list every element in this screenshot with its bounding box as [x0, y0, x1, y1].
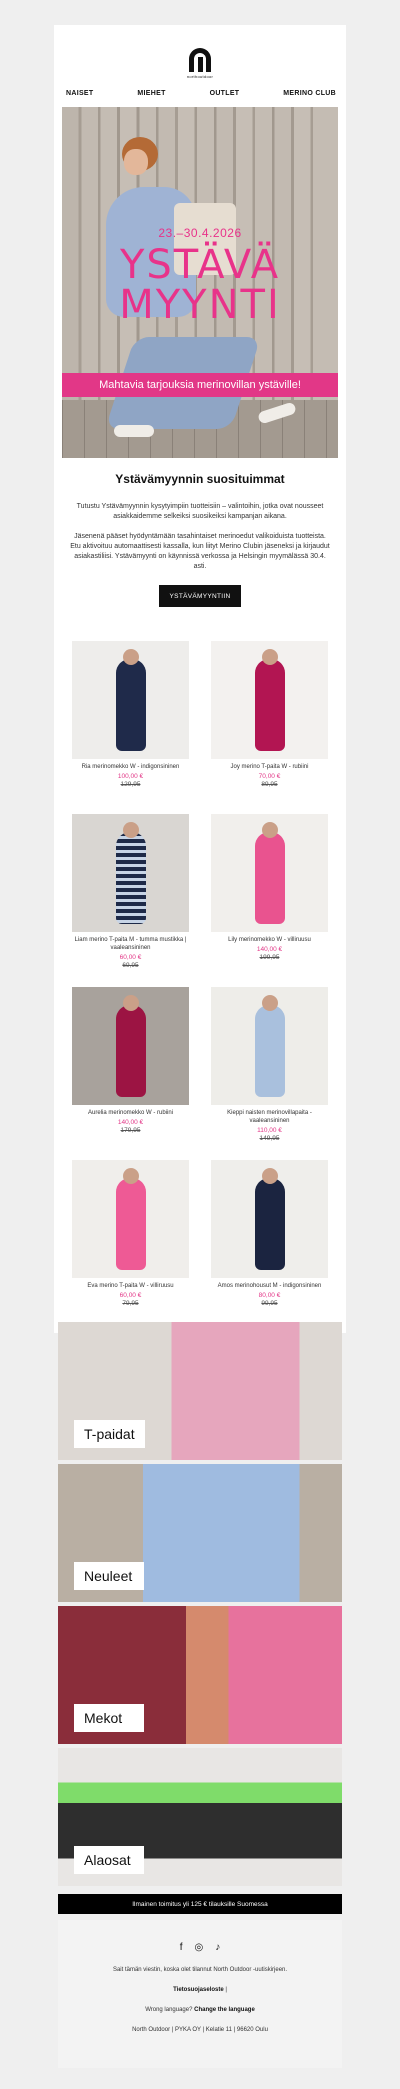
- change-language-link[interactable]: Change the language: [194, 2007, 255, 2013]
- product-old-price: 129,95: [120, 781, 141, 788]
- tiktok-icon[interactable]: ♪: [215, 1942, 220, 1953]
- category-label[interactable]: Neuleet: [74, 1562, 144, 1590]
- hero-shoe: [114, 425, 154, 437]
- privacy-separator: |: [225, 1987, 227, 1993]
- wrong-language-text: Wrong language?: [145, 2007, 193, 2013]
- product-card[interactable]: Amos merinohousut M - indigonsininen 80,…: [211, 1160, 328, 1333]
- nav-outlet[interactable]: OUTLET: [210, 90, 240, 97]
- product-image[interactable]: [72, 641, 189, 759]
- product-price: 70,00 €: [258, 773, 281, 780]
- free-shipping-banner: Ilmainen toimitus yli 125 € tilauksille …: [58, 1894, 342, 1914]
- instagram-icon[interactable]: ◎: [195, 1942, 204, 1953]
- logo-wordmark: northoutdoor: [186, 74, 214, 79]
- product-name[interactable]: Ria merinomekko W - indigonsininen: [72, 763, 189, 771]
- nav-miehet[interactable]: MIEHET: [137, 90, 165, 97]
- product-price: 140,00 €: [256, 946, 283, 953]
- product-name[interactable]: Kieppi naisten merinovillapaita - vaalea…: [211, 1109, 328, 1125]
- privacy-link[interactable]: Tietosuojaseloste: [173, 1987, 224, 1993]
- category-knits[interactable]: Neuleet: [58, 1464, 342, 1602]
- product-old-price: 99,95: [261, 1300, 278, 1307]
- category-dresses[interactable]: Mekot: [58, 1606, 342, 1744]
- product-image[interactable]: [211, 641, 328, 759]
- product-image[interactable]: [211, 987, 328, 1105]
- product-old-price: 69,95: [122, 962, 139, 969]
- product-old-price: 89,95: [261, 781, 278, 788]
- category-bottoms[interactable]: Alaosat: [58, 1748, 342, 1886]
- section-title: Ystävämyynnin suosituimmat: [115, 472, 285, 486]
- product-name[interactable]: Lily merinomekko W - villiruusu: [211, 936, 328, 944]
- product-image[interactable]: [211, 1160, 328, 1278]
- product-name[interactable]: Amos merinohousut M - indigonsininen: [211, 1282, 328, 1290]
- product-card[interactable]: Liam merino T-paita M - tumma mustikka |…: [72, 814, 189, 987]
- category-list: T-paidat Neuleet Mekot Alaosat: [58, 1322, 342, 1890]
- product-price: 80,00 €: [258, 1292, 281, 1299]
- shop-sale-button[interactable]: YSTÄVÄMYYNTIIN: [159, 585, 241, 607]
- product-price: 60,00 €: [119, 1292, 142, 1299]
- category-label[interactable]: Alaosat: [74, 1846, 144, 1874]
- product-name[interactable]: Eva merino T-paita W - villiruusu: [72, 1282, 189, 1290]
- facebook-icon[interactable]: f: [180, 1942, 183, 1953]
- product-card[interactable]: Joy merino T-paita W - rubiini 70,00 € 8…: [211, 641, 328, 814]
- privacy-row: Tietosuojaseloste |: [58, 1987, 342, 1993]
- category-label[interactable]: T-paidat: [74, 1420, 145, 1448]
- product-image[interactable]: [72, 1160, 189, 1278]
- product-image[interactable]: [211, 814, 328, 932]
- product-image[interactable]: [72, 814, 189, 932]
- hero-dates: 23.–30.4.2026: [158, 226, 242, 240]
- product-card[interactable]: Ria merinomekko W - indigonsininen 100,0…: [72, 641, 189, 814]
- hero-title-line1: YSTÄVÄ: [119, 242, 281, 288]
- product-card[interactable]: Kieppi naisten merinovillapaita - vaalea…: [211, 987, 328, 1160]
- email-container: northoutdoor NAISET MIEHET OUTLET MERINO…: [54, 25, 346, 1333]
- hero-tagline: Mahtavia tarjouksia merinovillan ystävil…: [62, 373, 338, 397]
- language-row: Wrong language? Change the language: [58, 2007, 342, 2013]
- product-card[interactable]: Lily merinomekko W - villiruusu 140,00 €…: [211, 814, 328, 987]
- intro-paragraph: Tutustu Ystävämyynnin kysytyimpiin tuott…: [76, 503, 324, 520]
- category-label[interactable]: Mekot: [74, 1704, 144, 1732]
- hero-banner[interactable]: 23.–30.4.2026 YSTÄVÄ MYYNTI Mahtavia tar…: [62, 107, 338, 458]
- product-card[interactable]: Eva merino T-paita W - villiruusu 60,00 …: [72, 1160, 189, 1333]
- product-price: 100,00 €: [117, 773, 144, 780]
- product-card[interactable]: Aurelia merinomekko W - rubiini 140,00 €…: [72, 987, 189, 1160]
- company-address: North Outdoor | PYKA OY | Kelatie 11 | 9…: [132, 2027, 268, 2033]
- hero-title-line2: MYYNTI: [119, 282, 281, 328]
- social-links: f ◎ ♪: [58, 1942, 342, 1953]
- main-nav: NAISET MIEHET OUTLET MERINO CLUB: [54, 83, 346, 103]
- product-old-price: 79,95: [122, 1300, 139, 1307]
- product-name[interactable]: Joy merino T-paita W - rubiini: [211, 763, 328, 771]
- footer: f ◎ ♪ Sait tämän viestin, koska olet til…: [58, 1920, 342, 2068]
- product-image[interactable]: [72, 987, 189, 1105]
- product-grid: Ria merinomekko W - indigonsininen 100,0…: [54, 641, 346, 1333]
- category-tshirts[interactable]: T-paidat: [58, 1322, 342, 1460]
- subscription-reason: Sait tämän viestin, koska olet tilannut …: [112, 1967, 288, 1973]
- product-name[interactable]: Liam merino T-paita M - tumma mustikka |…: [72, 936, 189, 952]
- nav-merino-club[interactable]: MERINO CLUB: [283, 90, 336, 97]
- product-old-price: 179,95: [120, 1127, 141, 1134]
- nav-naiset[interactable]: NAISET: [66, 90, 93, 97]
- north-outdoor-logo-icon: [189, 48, 211, 72]
- product-old-price: 149,95: [259, 1135, 280, 1142]
- product-old-price: 199,95: [259, 954, 280, 961]
- product-price: 60,00 €: [119, 954, 142, 961]
- hero-model-face: [124, 149, 148, 175]
- brand-logo[interactable]: northoutdoor: [54, 25, 346, 83]
- product-price: 110,00 €: [257, 1127, 282, 1134]
- product-price: 140,00 €: [117, 1119, 144, 1126]
- member-paragraph: Jäsenenä pääset hyödyntämään tasahintais…: [70, 533, 330, 570]
- product-name[interactable]: Aurelia merinomekko W - rubiini: [72, 1109, 189, 1117]
